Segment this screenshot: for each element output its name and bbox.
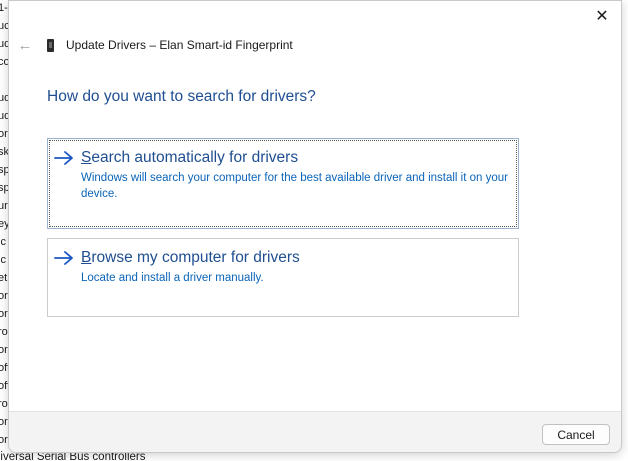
background-tree-fragment: ic [0,236,6,248]
background-tree-fragment: et [0,272,8,284]
dialog-header: ← Update Drivers – Elan Smart-id Fingerp… [9,33,621,57]
background-tree-fragment: ro [0,398,8,410]
background-tree-fragment: ic [0,254,6,266]
page-heading: How do you want to search for drivers? [47,88,316,105]
access-key: S [81,149,92,166]
arrow-right-icon [54,251,73,265]
browse-computer-option[interactable]: Browse my computer for drivers Locate an… [47,238,519,317]
background-tree-fragment: or [0,128,8,140]
dialog-footer: Cancel [9,411,621,452]
option-title-text: rowse my computer for drivers [91,249,300,266]
dialog-title: Update Drivers – Elan Smart-id Fingerpri… [66,38,293,52]
option-title-text: earch automatically for drivers [91,149,299,166]
background-tree-fragment: ur [0,200,8,212]
background-tree-fragment: 1- [0,2,8,14]
back-arrow-icon: ← [17,36,33,54]
search-automatically-option[interactable]: Search automatically for drivers Windows… [47,138,519,229]
update-drivers-dialog: ✕ ← Update Drivers – Elan Smart-id Finge… [8,0,622,453]
access-key: B [81,249,92,266]
background-tree-fragment: ro [0,326,8,338]
arrow-right-icon [54,151,73,165]
close-icon: ✕ [595,8,609,25]
cancel-button[interactable]: Cancel [542,424,610,445]
option-title: Browse my computer for drivers [81,249,300,267]
background-tree-fragment: or [0,290,8,302]
option-description: Locate and install a driver manually. [81,272,264,284]
close-button[interactable]: ✕ [589,5,615,27]
option-title: Search automatically for drivers [81,149,298,167]
fingerprint-device-icon [47,39,54,52]
background-tree-fragment: or [0,308,8,320]
back-button[interactable]: ← [15,35,35,55]
background-tree-fragment: or [0,434,8,446]
background-tree-fragment: or [0,344,8,356]
background-tree-fragment: or [0,416,8,428]
option-description: Windows will search your computer for th… [81,172,508,200]
